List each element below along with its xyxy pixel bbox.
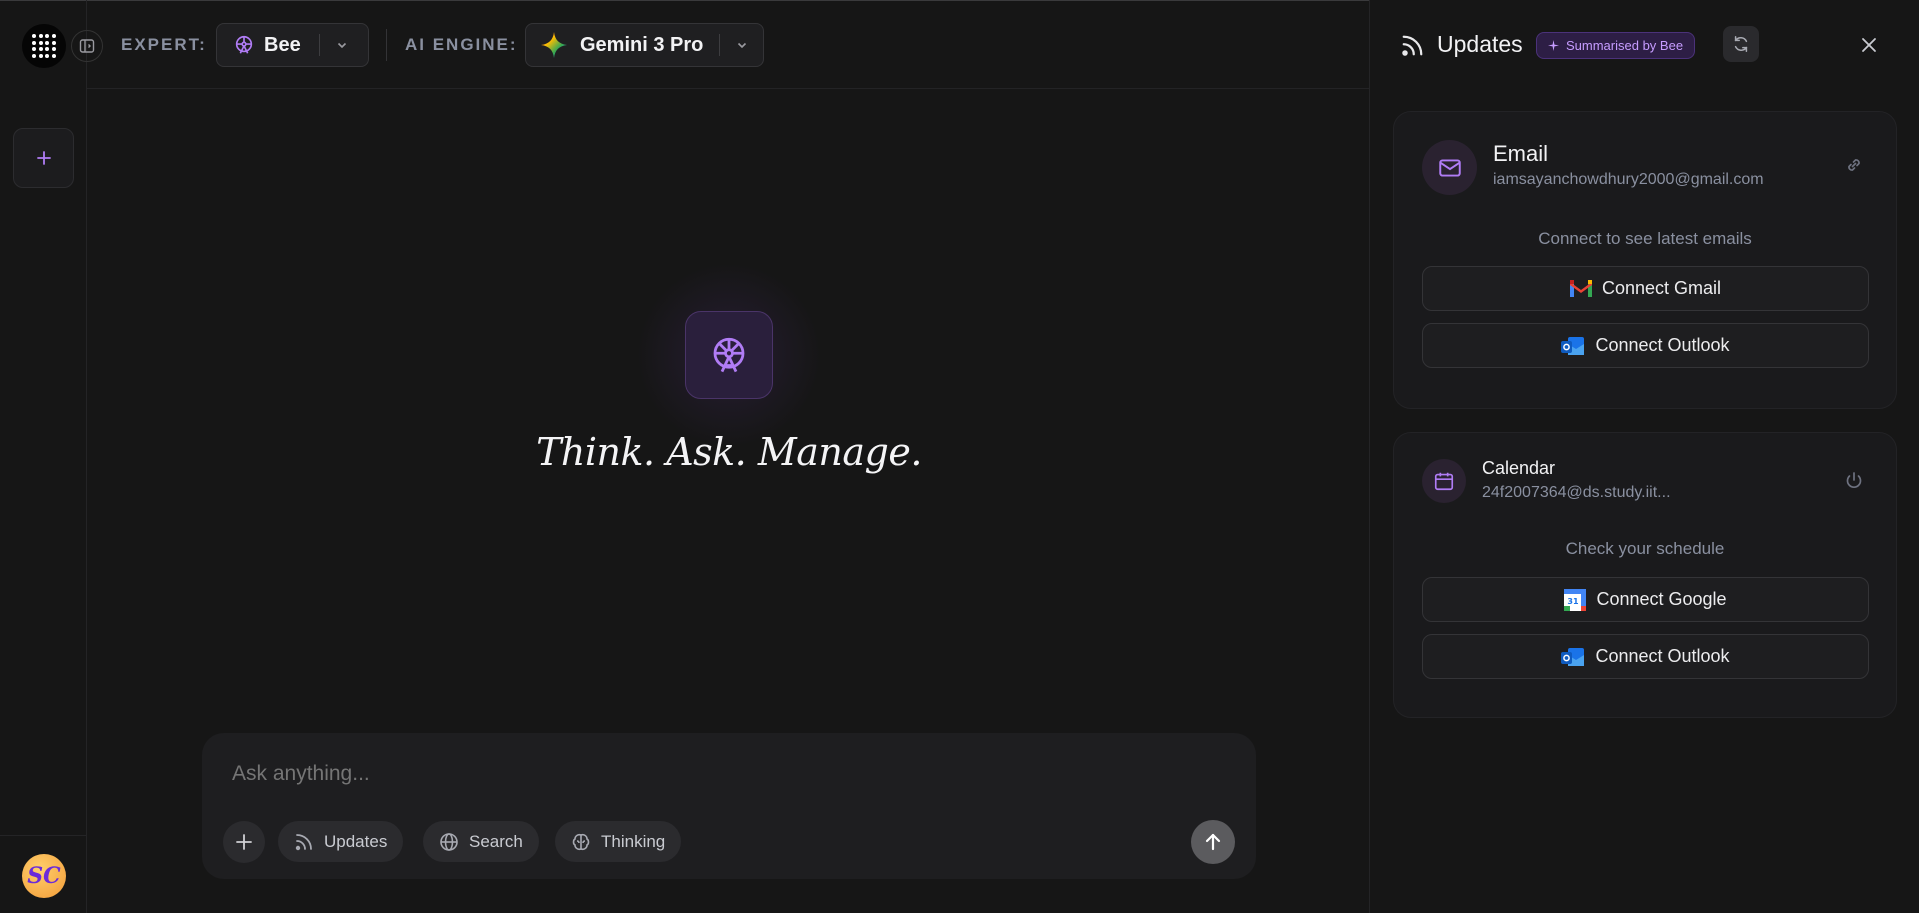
disconnect-button[interactable]: [1844, 471, 1864, 496]
chevron-down-icon: [738, 42, 747, 49]
plus-icon: [236, 834, 252, 850]
sparkle-icon: [1548, 40, 1559, 51]
google-calendar-icon: 31: [1564, 588, 1587, 611]
calendar-icon: [1434, 472, 1454, 491]
expert-name: Bee: [264, 33, 301, 56]
button-label: Connect Gmail: [1601, 278, 1722, 298]
summarised-badge: Summarised by Bee: [1536, 32, 1696, 59]
attach-button[interactable]: [223, 821, 265, 863]
hero-tagline: Think. Ask. Manage.: [536, 430, 922, 474]
search-chip[interactable]: Search: [423, 821, 539, 862]
header-divider: [87, 88, 1369, 89]
badge-label: Summarised by Bee: [1566, 38, 1684, 53]
rail-divider: [0, 835, 87, 836]
email-icon-badge: [1422, 140, 1477, 195]
bee-wheel-icon: [713, 337, 745, 373]
sidebar-icon: [79, 39, 95, 53]
new-chat-button[interactable]: [13, 128, 74, 188]
chevron-down-icon: [337, 42, 346, 49]
gmail-icon: [1569, 280, 1592, 297]
close-panel-button[interactable]: [1856, 32, 1882, 58]
connect-outlook-email-button[interactable]: Connect Outlook: [1422, 323, 1869, 368]
svg-text:31: 31: [1568, 597, 1580, 606]
arrow-up-icon: [1205, 833, 1221, 851]
outlook-icon: [1561, 336, 1585, 355]
email-hint: Connect to see latest emails: [1538, 229, 1752, 248]
expert-selector[interactable]: Bee: [216, 23, 369, 67]
user-avatar[interactable]: SC: [22, 854, 66, 898]
updates-chip[interactable]: Updates: [278, 821, 404, 862]
selector-separator: [318, 34, 320, 56]
engine-label: AI ENGINE:: [405, 35, 518, 54]
calendar-hint: Check your schedule: [1565, 539, 1725, 558]
toggle-sidebar-button[interactable]: [71, 30, 103, 62]
header-separator: [386, 29, 387, 61]
email-title: Email: [1493, 141, 1549, 166]
email-account: iamsayanchowdhury2000@gmail.com: [1493, 171, 1764, 188]
apps-grid-button[interactable]: [22, 24, 66, 68]
engine-name: Gemini 3 Pro: [580, 33, 704, 56]
thinking-chip[interactable]: Thinking: [555, 821, 682, 862]
chip-label: Thinking: [601, 831, 666, 851]
chat-input[interactable]: [232, 762, 1132, 786]
plus-icon: [36, 151, 51, 165]
calendar-title: Calendar: [1482, 458, 1556, 478]
rss-icon: [1402, 35, 1423, 56]
bee-logo: [685, 311, 773, 399]
selector-separator: [719, 34, 721, 56]
calendar-account: 24f2007364@ds.study.iit...: [1482, 484, 1671, 501]
refresh-icon: [1734, 36, 1748, 52]
mail-icon: [1438, 158, 1461, 177]
avatar-initials: SC: [27, 863, 61, 889]
brain-icon: [572, 833, 590, 850]
globe-icon: [440, 832, 458, 851]
chip-label: Search: [469, 831, 523, 851]
connect-google-calendar-button[interactable]: 31 Connect Google: [1422, 577, 1869, 622]
button-label: Connect Outlook: [1595, 335, 1730, 355]
link-icon: [1848, 159, 1860, 171]
link-account-button[interactable]: [1844, 155, 1864, 180]
left-rail: [0, 89, 87, 913]
send-button[interactable]: [1191, 820, 1235, 864]
bee-wheel-icon: [235, 35, 253, 54]
chip-label: Updates: [324, 831, 388, 851]
rss-icon: [295, 833, 312, 850]
gemini-sparkle-icon: [541, 32, 567, 58]
expert-label: EXPERT:: [121, 35, 207, 54]
engine-selector[interactable]: Gemini 3 Pro: [525, 23, 764, 67]
button-label: Connect Outlook: [1595, 646, 1730, 666]
close-icon: [1862, 38, 1876, 52]
updates-title: Updates: [1437, 31, 1523, 57]
connect-outlook-calendar-button[interactable]: Connect Outlook: [1422, 634, 1869, 679]
calendar-icon-badge: [1422, 459, 1466, 503]
connect-gmail-button[interactable]: Connect Gmail: [1422, 266, 1869, 311]
outlook-icon: [1561, 647, 1585, 666]
button-label: Connect Google: [1596, 589, 1727, 609]
power-icon: [1846, 472, 1862, 488]
grid-icon: [32, 34, 56, 58]
refresh-button[interactable]: [1723, 26, 1759, 62]
